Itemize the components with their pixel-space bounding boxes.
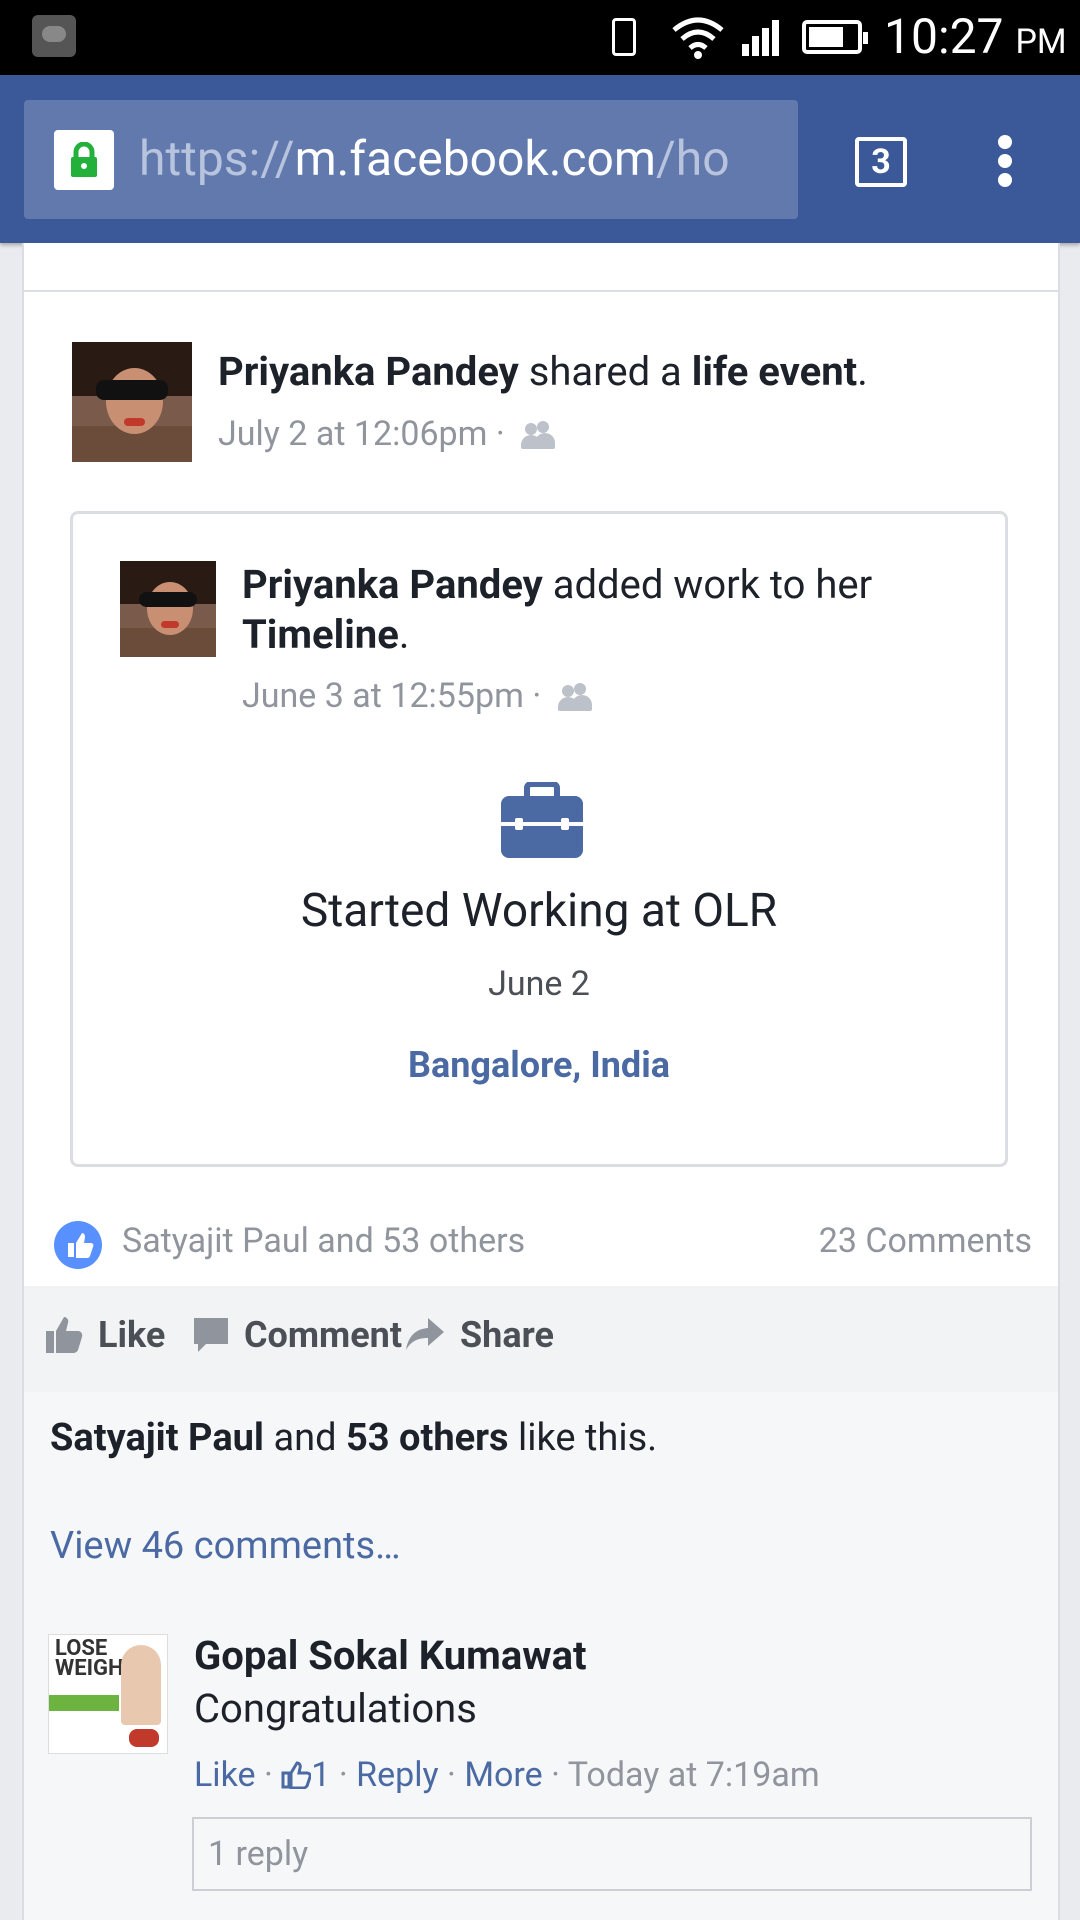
timeline-link[interactable]: Timeline: [242, 611, 399, 658]
view-replies-button[interactable]: 1 reply: [192, 1817, 1032, 1891]
likes-summary-text: Satyajit Paul and 53 others like this.: [50, 1416, 658, 1460]
shared-author-link[interactable]: Priyanka Pandey: [242, 561, 543, 608]
commenter-avatar[interactable]: LOSE WEIGHT: [48, 1634, 168, 1754]
comment-like-count[interactable]: 1: [281, 1755, 339, 1795]
life-event-title: Started Working at OLR: [300, 884, 778, 938]
feed-story: Priyanka Pandey shared a life event. Jul…: [22, 243, 1060, 1920]
overflow-menu-icon[interactable]: [998, 135, 1012, 187]
comment-button[interactable]: Comment: [192, 1314, 402, 1356]
comment-time[interactable]: Today at 7:19am: [568, 1755, 820, 1795]
life-event-location: Bangalore, India: [73, 1044, 1005, 1086]
briefcase-icon: [501, 782, 583, 858]
thumbs-up-outline-icon: [281, 1761, 313, 1790]
comments-count-link[interactable]: 23 Comments: [819, 1221, 1032, 1261]
friends-audience-icon: [521, 421, 556, 451]
comment-text: Congratulations: [194, 1685, 477, 1732]
life-event-link[interactable]: life event: [692, 348, 857, 395]
commenter-name-link[interactable]: Gopal Sokal Kumawat: [194, 1632, 587, 1679]
share-arrow-icon: [406, 1318, 444, 1350]
thumbs-up-icon: [46, 1317, 83, 1353]
comment-icon: [194, 1318, 228, 1352]
like-button[interactable]: Like: [44, 1314, 165, 1356]
story-headline: Priyanka Pandey shared a life event.: [218, 348, 868, 395]
location-link[interactable]: Bangalore, India: [408, 1044, 670, 1086]
shared-life-event-card[interactable]: Priyanka Pandey added work to her Timeli…: [70, 511, 1008, 1167]
status-bar: 10:27 PM: [0, 0, 1080, 75]
view-comments-link[interactable]: View 46 comments…: [50, 1524, 401, 1568]
url-bar[interactable]: https://m.facebook.com/ho: [24, 100, 798, 219]
comment-like-link[interactable]: Like: [194, 1755, 256, 1795]
comment-more-link[interactable]: More: [464, 1755, 542, 1795]
friends-audience-icon: [557, 683, 592, 713]
divider: [24, 290, 1058, 292]
url-text[interactable]: https://m.facebook.com/ho: [139, 130, 789, 187]
view-more-comments[interactable]: View 46 comments…: [24, 1496, 1058, 1604]
secure-lock-icon[interactable]: [54, 130, 114, 190]
like-reaction-icon[interactable]: [54, 1221, 102, 1269]
signal-icon: [742, 20, 782, 56]
life-event-date: June 2: [488, 964, 590, 1004]
vibrate-icon: [612, 18, 636, 56]
action-bar: Like Comment Share: [24, 1286, 1058, 1392]
message-notification-icon: [32, 15, 76, 57]
wifi-icon: [672, 17, 724, 59]
comment-reply-link[interactable]: Reply: [356, 1755, 438, 1795]
likes-summary[interactable]: Satyajit Paul and 53 others like this.: [24, 1392, 1058, 1496]
shared-timestamp[interactable]: June 3 at 12:55pm ·: [242, 676, 592, 716]
author-name-link[interactable]: Priyanka Pandey: [218, 348, 519, 395]
comment-actions: Like · 1 · Reply · More · Today at 7:19a…: [194, 1755, 820, 1795]
battery-icon: [802, 20, 868, 54]
reactions-summary-link[interactable]: Satyajit Paul and 53 others: [122, 1221, 525, 1261]
shared-headline: Priyanka Pandey added work to her Timeli…: [242, 561, 873, 658]
share-button[interactable]: Share: [404, 1314, 554, 1356]
browser-toolbar: https://m.facebook.com/ho 3: [0, 75, 1080, 243]
story-timestamp[interactable]: July 2 at 12:06pm ·: [218, 414, 556, 454]
shared-author-avatar[interactable]: [120, 561, 216, 657]
clock: 10:27 PM: [884, 8, 1067, 65]
author-avatar[interactable]: [72, 342, 192, 462]
tab-switcher-button[interactable]: 3: [855, 137, 907, 187]
